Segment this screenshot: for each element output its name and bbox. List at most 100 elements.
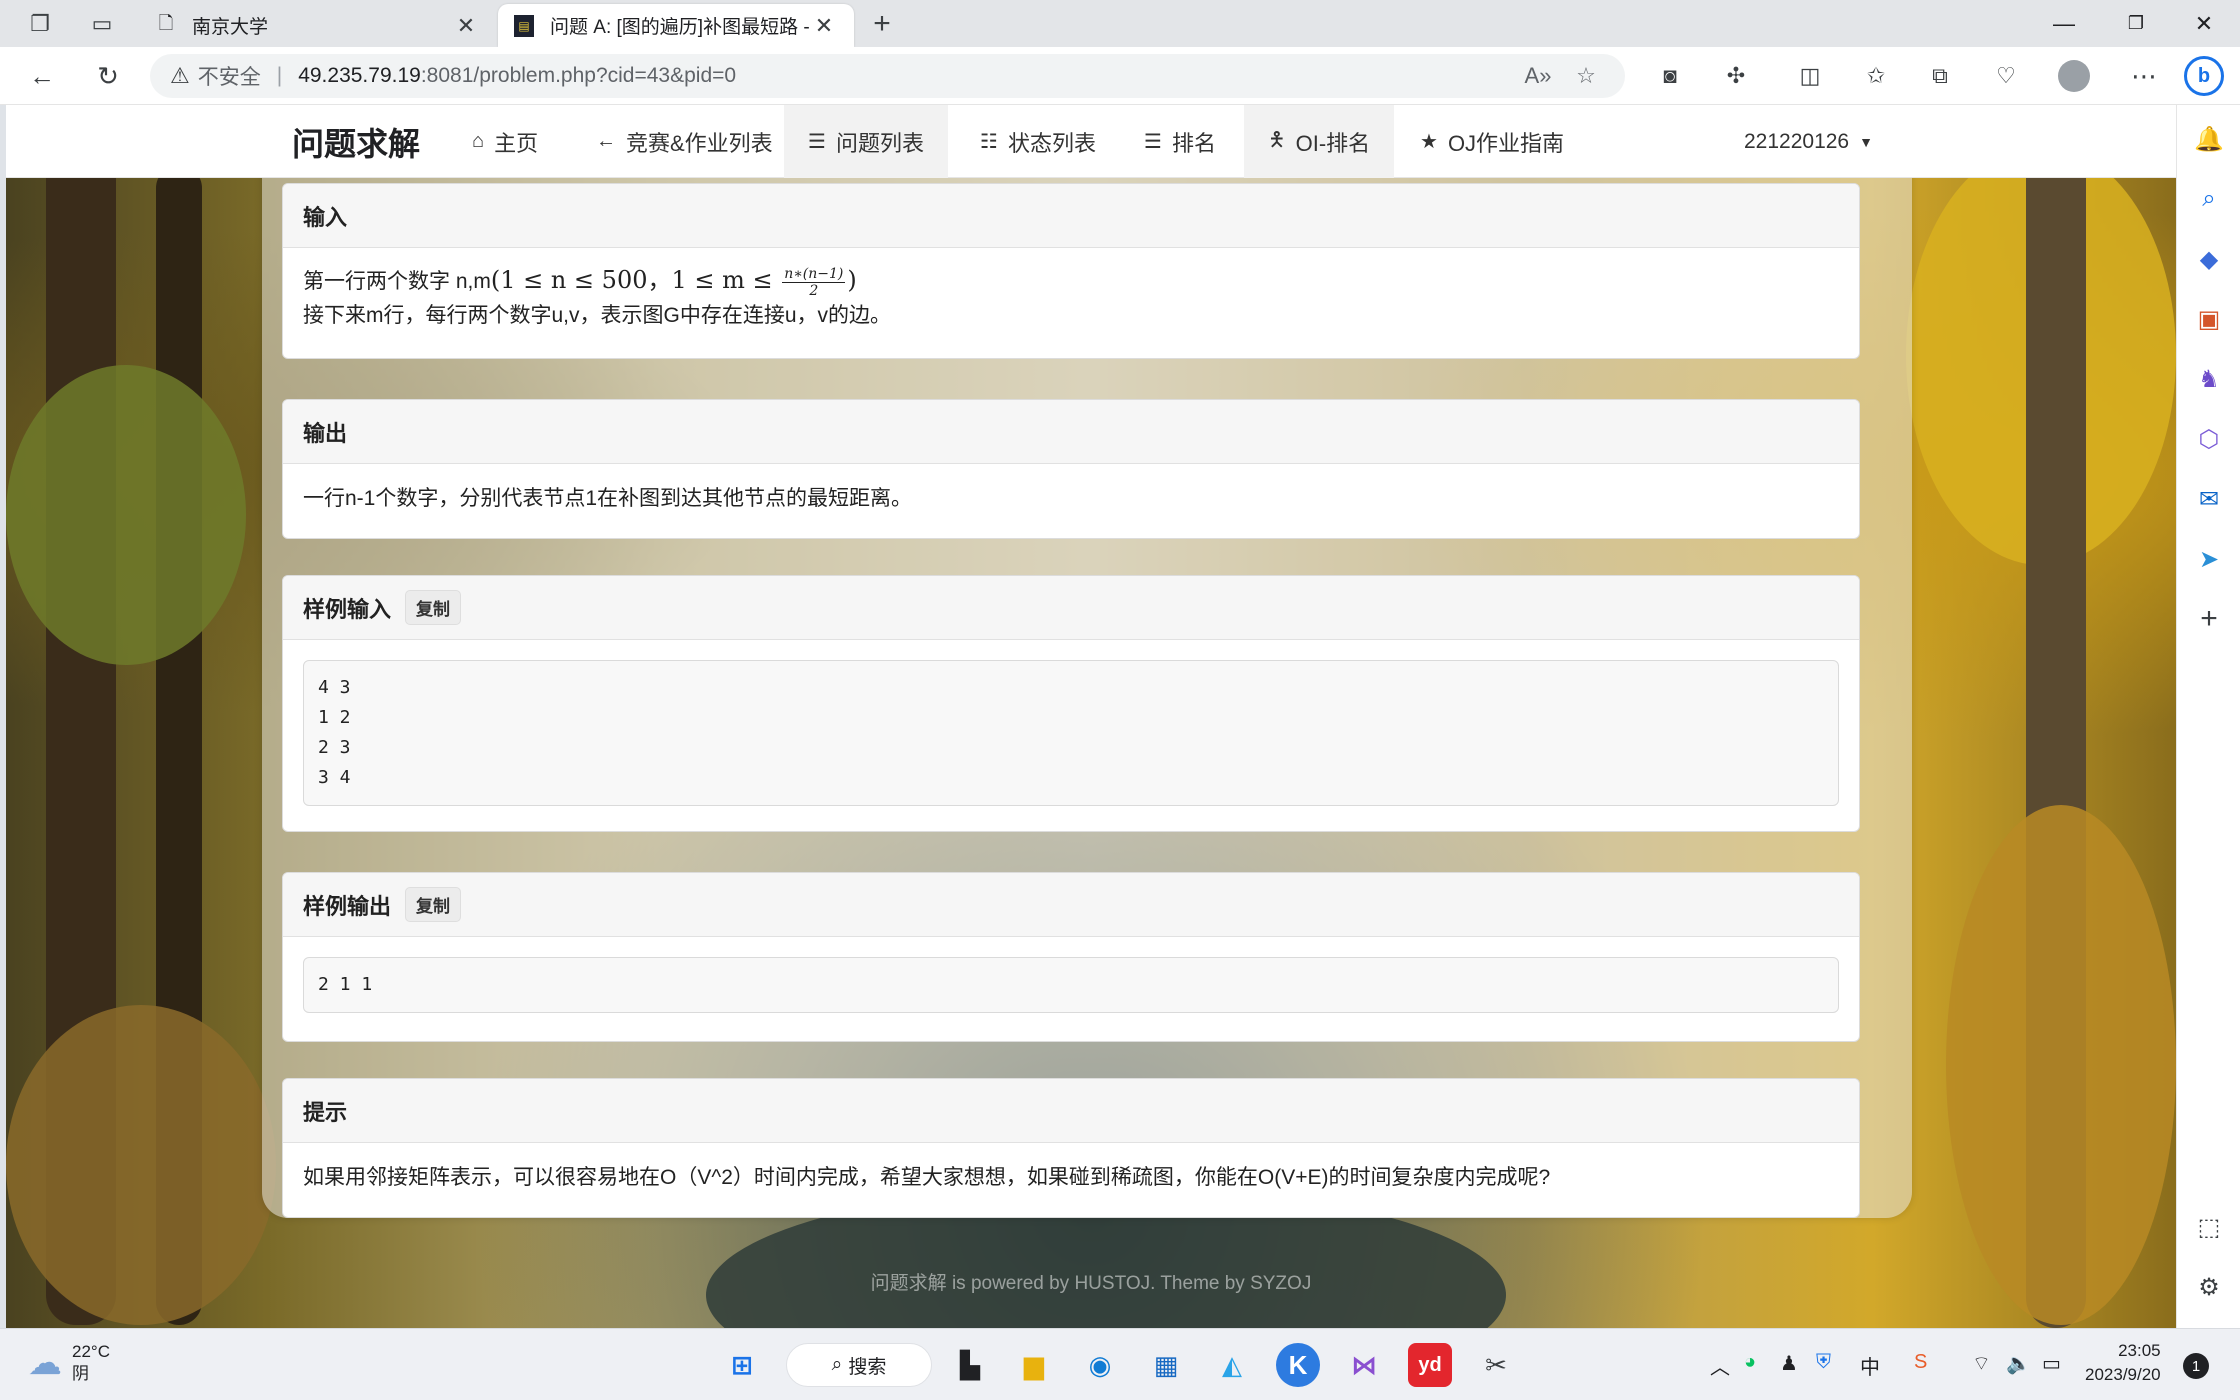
input-line-1: 第一行两个数字 n,m(1 ≤ n ≤ 500，1 ≤ m ≤ n∗(n−1) 2…: [303, 264, 1839, 299]
refresh-icon[interactable]: ↻: [88, 56, 128, 96]
foliage: [6, 365, 246, 665]
outlook-icon[interactable]: ✉: [2189, 479, 2229, 519]
site-brand[interactable]: 问题求解: [292, 105, 420, 178]
tab-problem[interactable]: ▤ 问题 A: [图的遍历]补图最短路 - | ✕: [498, 4, 854, 47]
tab-strip: ❐ ▭ 🗋 南京大学 ✕ ▤ 问题 A: [图的遍历]补图最短路 - | ✕ +…: [0, 0, 2240, 47]
sample-output-section: 样例输出 复制 2 1 1: [282, 872, 1860, 1042]
list-ol-icon: ☰: [1144, 131, 1162, 153]
browser-toolbar: ← ↻ ⚠ 不安全 | 49.235.79.19 :8081/problem.p…: [0, 47, 2240, 105]
split-screen-icon[interactable]: ◫: [1790, 56, 1830, 96]
nav-item-label: 竞赛&作业列表: [626, 130, 773, 156]
send-icon[interactable]: ➤: [2189, 539, 2229, 579]
star-icon: ★: [1420, 131, 1438, 153]
read-aloud-icon[interactable]: A»: [1520, 54, 1556, 98]
warning-icon[interactable]: ⚠: [170, 63, 190, 89]
clock-date: 2023/9/20: [2085, 1365, 2161, 1384]
copy-sample-input-button[interactable]: 复制: [405, 590, 462, 625]
nav-item-oi-ranking[interactable]: 🯅 OI-排名: [1244, 105, 1395, 178]
section-title: 样例输出: [303, 893, 392, 919]
wechat-icon[interactable]: ◕: [1744, 1351, 1756, 1374]
ime-indicator[interactable]: 中: [1860, 1351, 1880, 1380]
app-icon[interactable]: ◭: [1210, 1343, 1254, 1387]
toolbox-icon[interactable]: ▣: [2189, 299, 2229, 339]
tag-icon[interactable]: ◆: [2189, 239, 2229, 279]
restore-icon[interactable]: ❐: [2104, 0, 2168, 47]
url-path: :8081/problem.php?cid=43&pid=0: [420, 64, 737, 87]
output-text: 一行n-1个数字，分别代表节点1在补图到达其他节点的最短距离。: [303, 487, 913, 510]
close-icon[interactable]: ✕: [810, 13, 838, 39]
section-title: 样例输入: [303, 596, 392, 622]
page-footer: 问题求解 is powered by HUSTOJ. Theme by SYZO…: [870, 1273, 1312, 1294]
weather-temp: 22°C: [72, 1342, 110, 1361]
volume-icon[interactable]: 🔈: [2006, 1351, 2031, 1376]
copy-sample-output-button[interactable]: 复制: [405, 887, 462, 922]
site-icon: ▤: [514, 14, 534, 37]
insecure-label[interactable]: 不安全: [198, 61, 261, 91]
taskbar-search[interactable]: ⌕ 搜索: [786, 1343, 932, 1387]
start-windows-icon[interactable]: ⊞: [720, 1343, 764, 1387]
more-menu-icon[interactable]: ⋯: [2124, 56, 2164, 96]
fraction: n∗(n−1) 2: [782, 265, 846, 299]
nav-item-home[interactable]: ⌂ 主页: [448, 105, 562, 178]
section-body: 第一行两个数字 n,m(1 ≤ n ≤ 500，1 ≤ m ≤ n∗(n−1) 2…: [283, 248, 1859, 332]
tab-title: 南京大学: [192, 17, 269, 38]
collections-icon[interactable]: ⧉: [1920, 56, 1960, 96]
nav-item-label: 排名: [1171, 130, 1216, 156]
store-icon[interactable]: ▦: [1144, 1343, 1188, 1387]
settings-gear-icon[interactable]: ⚙: [2189, 1267, 2229, 1307]
profile-avatar[interactable]: [2054, 56, 2094, 96]
nav-item-problems[interactable]: ☰ 问题列表: [784, 105, 948, 178]
battery-icon[interactable]: ▭: [2042, 1351, 2061, 1376]
games-icon[interactable]: ♞: [2189, 359, 2229, 399]
output-section: 输出 一行n-1个数字，分别代表节点1在补图到达其他节点的最短距离。: [282, 399, 1860, 539]
visual-studio-icon[interactable]: ⋈: [1342, 1343, 1386, 1387]
tab-actions-icon[interactable]: ▭: [82, 8, 122, 40]
tab-nju[interactable]: 🗋 南京大学 ✕: [140, 4, 496, 47]
performance-icon[interactable]: ♡: [1986, 56, 2026, 96]
clock[interactable]: 23:05 2023/9/20: [2085, 1339, 2161, 1387]
nav-item-label: OJ作业指南: [1447, 130, 1565, 156]
user-menu[interactable]: 221220126 ▼: [1744, 105, 1873, 178]
hint-text: 如果用邻接矩阵表示，可以很容易地在O（V^2）时间内完成，希望大家想想，如果碰到…: [303, 1166, 1551, 1189]
favorites-icon[interactable]: ✩: [1856, 56, 1896, 96]
screenshot-icon[interactable]: ⬚: [2189, 1207, 2229, 1247]
nav-item-status[interactable]: ☷ 状态列表: [956, 105, 1120, 178]
nav-item-ranking[interactable]: ☰ 排名: [1120, 105, 1240, 178]
sogou-icon[interactable]: S: [1914, 1351, 1927, 1374]
file-explorer-icon[interactable]: ▆: [1012, 1343, 1056, 1387]
security-icon[interactable]: ⛨: [1816, 1351, 1831, 1374]
bell-icon[interactable]: 🔔: [2189, 119, 2229, 159]
workspaces-icon[interactable]: ❐: [20, 8, 60, 40]
youdao-icon[interactable]: yd: [1408, 1343, 1452, 1387]
back-icon[interactable]: ←: [22, 56, 62, 96]
address-bar[interactable]: ⚠ 不安全 | 49.235.79.19 :8081/problem.php?c…: [150, 54, 1625, 98]
nav-item-contests[interactable]: ← 竞赛&作业列表: [572, 105, 797, 178]
office-icon[interactable]: ⬡: [2189, 419, 2229, 459]
caret-down-icon: ▼: [1859, 133, 1873, 150]
notification-badge[interactable]: 1: [2183, 1353, 2209, 1379]
chevron-up-icon[interactable]: ︿: [1710, 1351, 1730, 1380]
extension-icon[interactable]: ◙: [1650, 56, 1690, 96]
minimize-icon[interactable]: —: [2032, 0, 2096, 47]
edge-browser-icon[interactable]: ◉: [1078, 1343, 1122, 1387]
qq-icon[interactable]: ♟: [1780, 1351, 1798, 1376]
section-header: 输出: [283, 400, 1859, 464]
wifi-icon[interactable]: ⌔: [1972, 1351, 1991, 1376]
weather-widget[interactable]: ☁ 22°C 阴: [28, 1341, 110, 1385]
search-icon[interactable]: ⌕: [2189, 179, 2229, 219]
section-header: 提示: [283, 1079, 1859, 1143]
nav-item-guide[interactable]: ★ OJ作业指南: [1396, 105, 1588, 178]
snipping-icon[interactable]: ✂: [1474, 1343, 1518, 1387]
favorite-star-icon[interactable]: ☆: [1568, 54, 1604, 98]
close-icon[interactable]: ✕: [452, 13, 480, 39]
task-view-icon[interactable]: ▙: [948, 1343, 992, 1387]
math-expression: ): [847, 266, 857, 294]
copilot-icon[interactable]: b: [2184, 56, 2224, 96]
add-icon[interactable]: +: [2189, 599, 2229, 639]
fraction-numerator: n∗(n−1): [782, 265, 846, 283]
kugou-icon[interactable]: K: [1276, 1343, 1320, 1387]
extensions-puzzle-icon[interactable]: ✣: [1716, 56, 1756, 96]
sample-output-code: 2 1 1: [303, 957, 1839, 1013]
window-close-icon[interactable]: ✕: [2172, 0, 2236, 47]
new-tab-icon[interactable]: +: [862, 7, 902, 40]
